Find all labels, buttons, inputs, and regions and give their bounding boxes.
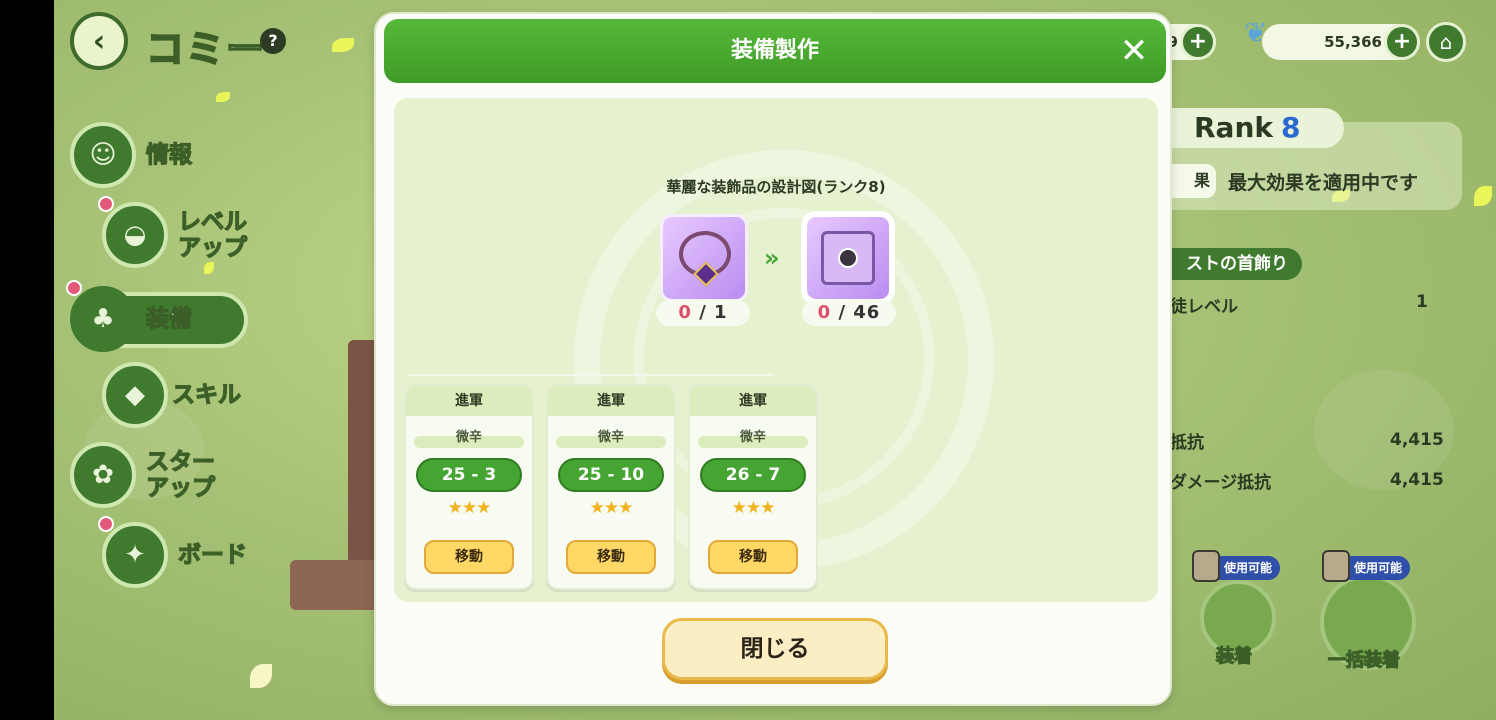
bulk-equip-button-label: 一括装着 (1327, 649, 1400, 671)
stage-difficulty: 微辛 (455, 430, 482, 445)
material-have: 0 (678, 302, 692, 323)
stat-value: 4,415 (1390, 470, 1444, 490)
modal-body: 華麗な装飾品の設計図(ランク8) 0 / 1 » 0 / 46 進軍 微辛 25… (394, 98, 1158, 602)
help-icon[interactable]: ? (260, 28, 286, 54)
move-button[interactable]: 移動 (424, 540, 514, 574)
rank-value: 8 (1281, 111, 1301, 144)
usable-badge: 使用可能 (1192, 550, 1281, 582)
info-icon: ☺ (70, 122, 136, 188)
blueprint-sheet (821, 231, 875, 285)
menu-board-label: ボード (177, 541, 247, 568)
menu-level-up[interactable]: ◒ レベル アップ (98, 196, 248, 268)
necklace-icon[interactable] (660, 214, 748, 302)
falling-leaf (216, 92, 230, 102)
star-up-icon: ✿ (70, 442, 136, 508)
skill-icon: ◆ (102, 362, 168, 428)
stage-card: 進軍 微辛 25 - 3 ★★★ 移動 (404, 384, 534, 590)
headphone-icon (838, 248, 858, 268)
close-icon[interactable]: ✕ (1116, 33, 1152, 69)
material-count: 0 / 1 (656, 300, 750, 326)
falling-leaf (1474, 186, 1492, 206)
back-button[interactable]: ‹ (70, 12, 128, 70)
currency-2: 55,366 + (1262, 24, 1420, 60)
menu-info-label: 情報 (145, 141, 192, 168)
notification-dot (66, 280, 82, 296)
stat-label: ダメージ抵抗 (1170, 473, 1272, 493)
butterfly-icon (250, 664, 272, 688)
equip-icon: ♣ (70, 286, 136, 352)
menu-star-up[interactable]: ✿ スター アップ (70, 442, 216, 508)
currency-2-value: 55,366 (1324, 33, 1382, 51)
stage-number: 25 - 3 (416, 458, 522, 492)
character-name: コミー (145, 26, 267, 72)
move-button[interactable]: 移動 (566, 540, 656, 574)
recipe-title: 華麗な装飾品の設計図(ランク8) (666, 178, 886, 196)
material-need: 1 (714, 302, 728, 323)
plus-button[interactable]: + (1180, 24, 1216, 60)
menu-equip[interactable]: ♣ 装備 (66, 280, 193, 352)
usable-badge: 使用可能 (1322, 550, 1411, 582)
material-need: 46 (853, 302, 881, 323)
stage-category: 進軍 (548, 386, 674, 416)
star-icons: ★★★ (589, 498, 634, 518)
stage-card: 進軍 微辛 26 - 7 ★★★ 移動 (688, 384, 818, 590)
divider (408, 374, 774, 376)
menu-board[interactable]: ✦ ボード (98, 516, 248, 588)
home-icon[interactable]: ⌂ (1426, 22, 1466, 62)
book-icon (1192, 550, 1220, 582)
menu-info[interactable]: ☺ 情報 (70, 122, 193, 188)
star-icons: ★★★ (447, 498, 492, 518)
rank-label: Rank (1194, 111, 1274, 144)
star-icons: ★★★ (731, 498, 776, 518)
close-button[interactable]: 閉じる (662, 618, 888, 680)
notification-dot (98, 516, 114, 532)
material-count: 0 / 46 (802, 300, 896, 326)
book-icon (1322, 550, 1350, 582)
required-level-value: 1 (1416, 292, 1428, 312)
chair-decoration (290, 330, 390, 630)
stage-category: 進軍 (406, 386, 532, 416)
usable-badge-label: 使用可能 (1354, 561, 1403, 575)
notification-dot (98, 196, 114, 212)
stage-category: 進軍 (690, 386, 816, 416)
stage-number: 25 - 10 (558, 458, 664, 492)
plus-button[interactable]: + (1384, 24, 1420, 60)
menu-star-up-label: スター アップ (145, 448, 215, 501)
usable-badge-label: 使用可能 (1224, 561, 1273, 575)
effect-text: 最大効果を適用中です (1228, 172, 1419, 194)
menu-skill[interactable]: ◆ スキル (102, 362, 242, 428)
menu-skill-label: スキル (171, 381, 241, 408)
menu-level-up-label: レベル アップ (177, 208, 247, 261)
required-level-label: 徒レベル (1170, 297, 1238, 317)
material-have: 0 (817, 302, 832, 323)
board-icon: ✦ (102, 522, 168, 588)
falling-leaf (332, 38, 354, 52)
level-up-icon: ◒ (102, 202, 168, 268)
menu-equip-label: 装備 (145, 305, 192, 332)
move-button[interactable]: 移動 (708, 540, 798, 574)
stage-number: 26 - 7 (700, 458, 806, 492)
letterbox (0, 0, 54, 720)
stage-difficulty: 微辛 (597, 430, 624, 445)
arrow-icon: » (764, 244, 780, 272)
equip-button-label: 装着 (1215, 645, 1252, 667)
stage-card: 進軍 微辛 25 - 10 ★★★ 移動 (546, 384, 676, 590)
craft-modal: 装備製作 ✕ 華麗な装飾品の設計図(ランク8) 0 / 1 » 0 / 46 進… (374, 12, 1172, 706)
stage-difficulty: 微辛 (739, 430, 766, 445)
modal-title: 装備製作 (730, 38, 819, 63)
stat-value: 4,415 (1390, 430, 1444, 450)
blueprint-icon[interactable] (804, 214, 892, 302)
stat-label: 抵抗 (1170, 433, 1204, 453)
modal-header: 装備製作 ✕ (384, 19, 1166, 83)
